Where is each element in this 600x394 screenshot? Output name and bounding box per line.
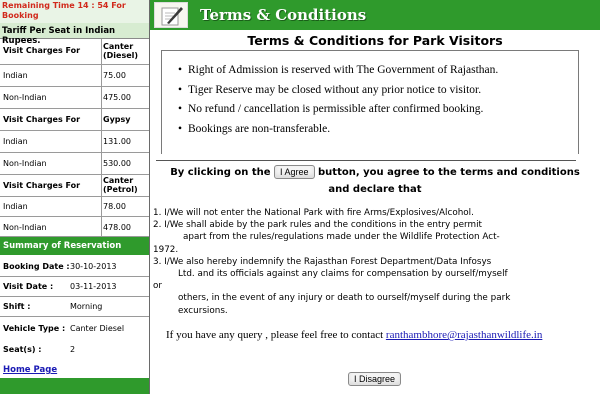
indian-charge: 131.00 <box>103 137 131 146</box>
reservation-sidebar: Remaining Time 14 : 54 For Booking Tarif… <box>0 0 150 394</box>
indian-label: Indian <box>3 137 28 146</box>
agreement-statement: By clicking on the I Agree button, you a… <box>150 165 600 197</box>
agree-line-two: and declare that <box>328 184 422 195</box>
table-row: Non-Indian 530.00 <box>0 153 149 175</box>
table-row: Indian 78.00 <box>0 197 149 217</box>
seats-value: 2 <box>70 345 76 354</box>
booking-date-value: 30-10-2013 <box>70 262 117 271</box>
declaration-line: or <box>153 281 162 292</box>
declaration-line: others, in the event of any injury or de… <box>178 293 511 304</box>
visit-date-label: Visit Date : <box>3 282 54 291</box>
shift-row: Shift : Morning <box>0 297 149 317</box>
indian-label: Indian <box>3 202 28 211</box>
vehicle-type-label: Vehicle Type : <box>3 324 66 333</box>
page-title: Terms & Conditions for Park Visitors <box>247 33 503 48</box>
vehicle-name: Gypsy <box>103 115 131 124</box>
declaration-line: 1972. <box>153 244 179 255</box>
shift-label: Shift : <box>3 302 31 311</box>
non-indian-label: Non-Indian <box>3 93 47 102</box>
non-indian-label: Non-Indian <box>3 223 47 232</box>
vehicle-type-row: Vehicle Type : Canter Diesel <box>0 317 149 339</box>
remaining-time-text: Remaining Time 14 : 54 For Booking <box>0 0 149 23</box>
booking-date-label: Booking Date : <box>3 262 70 271</box>
non-indian-label: Non-Indian <box>3 159 47 168</box>
vehicle-type-value: Canter Diesel <box>70 324 125 333</box>
query-text: If you have any query , please feel free… <box>166 329 384 341</box>
shift-value: Morning <box>70 302 103 311</box>
table-row: Non-Indian 475.00 <box>0 87 149 109</box>
header-banner: Terms & Conditions <box>150 0 600 30</box>
table-row: Indian 75.00 <box>0 65 149 87</box>
vehicle-name: Canter (Petrol) <box>103 176 138 194</box>
visit-charges-label: Visit Charges For <box>3 181 81 190</box>
declaration-line: 2. I/We shall abide by the park rules an… <box>153 220 482 231</box>
agree-prefix-text: By clicking on the <box>170 167 271 178</box>
table-row: Visit Charges For Canter (Diesel) <box>0 39 149 65</box>
contact-email-link[interactable]: ranthambhore@rajasthanwildlife.in <box>386 329 542 341</box>
visit-date-value: 03-11-2013 <box>70 282 117 291</box>
indian-charge: 78.00 <box>103 202 126 211</box>
declaration-line: 3. I/We also hereby indemnify the Rajast… <box>153 256 492 267</box>
rules-box: Right of Admission is reserved with The … <box>161 50 579 154</box>
declaration-line: 1. I/We will not enter the National Park… <box>153 208 474 218</box>
table-row: Indian 131.00 <box>0 131 149 153</box>
sidebar-footer-bar <box>0 378 149 394</box>
declaration-line: apart from the rules/regulations made un… <box>183 232 500 243</box>
agree-button[interactable]: I Agree <box>274 165 315 179</box>
visit-charges-label: Visit Charges For <box>3 115 81 124</box>
home-page-link[interactable]: Home Page <box>3 365 57 375</box>
table-row: Visit Charges For Canter (Petrol) <box>0 175 149 197</box>
rule-item: Bookings are non-transferable. <box>178 120 578 140</box>
rule-item: Tiger Reserve may be closed without any … <box>178 81 578 101</box>
non-indian-charge: 475.00 <box>103 93 131 102</box>
divider <box>156 160 576 161</box>
rule-item: No refund / cancellation is permissible … <box>178 100 578 120</box>
terms-panel: Terms & Conditions Terms & Conditions fo… <box>150 0 600 394</box>
tariff-title: Tariff Per Seat in Indian Rupees. <box>0 23 149 46</box>
disagree-button[interactable]: I Disagree <box>348 372 402 386</box>
quill-logo-icon <box>154 2 188 28</box>
summary-title: Summary of Reservation <box>0 237 149 255</box>
agree-suffix-text: button, you agree to the terms and condi… <box>318 167 580 178</box>
declaration-line: Ltd. and its officials against any claim… <box>178 269 508 280</box>
table-row: Visit Charges For Gypsy <box>0 109 149 131</box>
visit-charges-label: Visit Charges For <box>3 46 81 55</box>
table-row: Non-Indian 478.00 <box>0 217 149 237</box>
declaration-line: excursions. <box>178 305 228 316</box>
visit-date-row: Visit Date : 03-11-2013 <box>0 277 149 297</box>
contact-query: If you have any query , please feel free… <box>166 329 542 341</box>
booking-date-row: Booking Date : 30-10-2013 <box>0 255 149 277</box>
non-indian-charge: 478.00 <box>103 223 131 232</box>
seats-label: Seat(s) : <box>3 345 42 354</box>
vehicle-name: Canter (Diesel) <box>103 42 139 60</box>
tariff-table: Visit Charges For Canter (Diesel) Indian… <box>0 39 149 237</box>
seats-row: Seat(s) : 2 <box>0 339 149 361</box>
indian-charge: 75.00 <box>103 71 126 80</box>
declaration-list: 1. I/We will not enter the National Park… <box>153 207 593 317</box>
rule-item: Right of Admission is reserved with The … <box>178 61 578 81</box>
non-indian-charge: 530.00 <box>103 159 131 168</box>
banner-title: Terms & Conditions <box>200 6 367 24</box>
indian-label: Indian <box>3 71 28 80</box>
